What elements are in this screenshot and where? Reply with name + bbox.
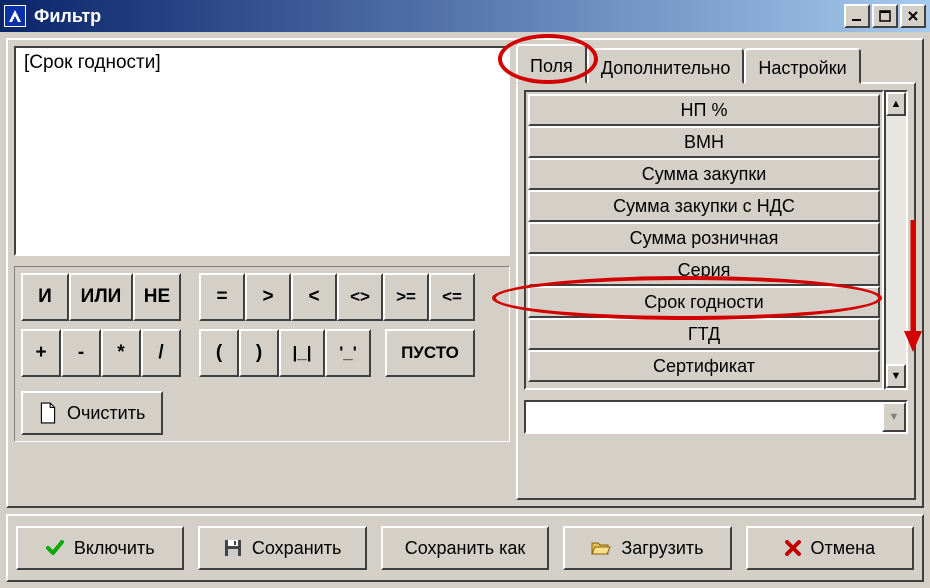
field-scrollbar[interactable]: ▲ ▼ xyxy=(884,90,908,390)
tab-extra[interactable]: Дополнительно xyxy=(587,48,745,84)
op-bracket1[interactable]: |_| xyxy=(279,329,325,377)
save-button[interactable]: Сохранить xyxy=(198,526,366,570)
op-or[interactable]: ИЛИ xyxy=(69,273,133,321)
expression-box[interactable]: [Срок годности] xyxy=(14,46,510,256)
load-button[interactable]: Загрузить xyxy=(563,526,731,570)
minimize-button[interactable] xyxy=(844,4,870,28)
op-ne[interactable]: <> xyxy=(337,273,383,321)
op-gt[interactable]: > xyxy=(245,273,291,321)
maximize-button[interactable] xyxy=(872,4,898,28)
field-item[interactable]: Срок годности xyxy=(528,286,880,318)
field-item[interactable]: Сертификат xyxy=(528,350,880,382)
x-icon xyxy=(785,540,801,556)
tab-fields[interactable]: Поля xyxy=(516,44,587,84)
op-not[interactable]: НЕ xyxy=(133,273,181,321)
field-item[interactable]: ГТД xyxy=(528,318,880,350)
window-title: Фильтр xyxy=(34,6,842,27)
field-list[interactable]: НП % ВМН Сумма закупки Сумма закупки с Н… xyxy=(524,90,884,390)
enable-button[interactable]: Включить xyxy=(16,526,184,570)
scroll-down-button[interactable]: ▼ xyxy=(886,364,906,388)
right-column: Поля Дополнительно Настройки НП % ВМН Су… xyxy=(516,46,916,500)
main-panel: [Срок годности] И ИЛИ НЕ = > < <> >= <= … xyxy=(6,38,924,508)
combo-dropdown-button[interactable]: ▼ xyxy=(882,402,906,432)
check-icon xyxy=(46,539,64,557)
floppy-icon xyxy=(224,539,242,557)
op-empty[interactable]: ПУСТО xyxy=(385,329,475,377)
field-list-wrap: НП % ВМН Сумма закупки Сумма закупки с Н… xyxy=(524,90,908,390)
field-item[interactable]: НП % xyxy=(528,94,880,126)
op-bracket2[interactable]: '_' xyxy=(325,329,371,377)
op-minus[interactable]: - xyxy=(61,329,101,377)
bottom-bar: Включить Сохранить Сохранить как Загрузи… xyxy=(6,514,924,582)
op-mul[interactable]: * xyxy=(101,329,141,377)
titlebar: Фильтр xyxy=(0,0,930,32)
scroll-track[interactable] xyxy=(886,116,906,364)
tab-settings[interactable]: Настройки xyxy=(744,48,860,84)
field-item[interactable]: Сумма закупки xyxy=(528,158,880,190)
cancel-button[interactable]: Отмена xyxy=(746,526,914,570)
scroll-up-button[interactable]: ▲ xyxy=(886,92,906,116)
save-as-button[interactable]: Сохранить как xyxy=(381,526,549,570)
op-lt[interactable]: < xyxy=(291,273,337,321)
clear-label: Очистить xyxy=(67,403,145,424)
tab-body: НП % ВМН Сумма закупки Сумма закупки с Н… xyxy=(516,82,916,500)
op-eq[interactable]: = xyxy=(199,273,245,321)
field-item[interactable]: ВМН xyxy=(528,126,880,158)
op-rparen[interactable]: ) xyxy=(239,329,279,377)
clear-button[interactable]: Очистить xyxy=(21,391,163,435)
op-lparen[interactable]: ( xyxy=(199,329,239,377)
filter-combo[interactable]: ▼ xyxy=(524,400,908,434)
op-le[interactable]: <= xyxy=(429,273,475,321)
op-and[interactable]: И xyxy=(21,273,69,321)
combo-value xyxy=(526,402,882,432)
folder-open-icon xyxy=(591,540,611,556)
tabs: Поля Дополнительно Настройки xyxy=(516,46,916,84)
op-plus[interactable]: + xyxy=(21,329,61,377)
app-icon xyxy=(4,5,26,27)
field-item[interactable]: Серия xyxy=(528,254,880,286)
page-icon xyxy=(39,402,57,424)
left-column: [Срок годности] И ИЛИ НЕ = > < <> >= <= … xyxy=(14,46,510,500)
op-div[interactable]: / xyxy=(141,329,181,377)
close-button[interactable] xyxy=(900,4,926,28)
op-ge[interactable]: >= xyxy=(383,273,429,321)
operator-panel: И ИЛИ НЕ = > < <> >= <= + - * / xyxy=(14,266,510,442)
field-item[interactable]: Сумма закупки с НДС xyxy=(528,190,880,222)
field-item[interactable]: Сумма розничная xyxy=(528,222,880,254)
